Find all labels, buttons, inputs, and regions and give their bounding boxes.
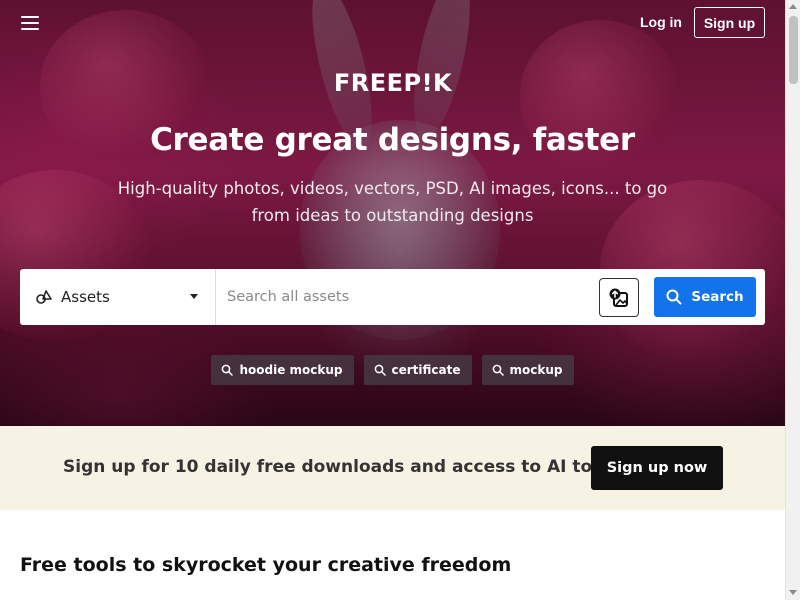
signup-promo-banner: Sign up for 10 daily free downloads and … [0, 426, 785, 510]
hamburger-menu-icon[interactable] [16, 9, 44, 37]
search-icon [666, 289, 682, 305]
promo-text: Sign up for 10 daily free downloads and … [63, 457, 620, 477]
search-input[interactable] [227, 283, 597, 311]
hero-subheadline: High-quality photos, videos, vectors, PS… [117, 179, 668, 225]
signup-now-button[interactable]: Sign up now [591, 446, 723, 490]
image-search-icon [609, 288, 628, 307]
vertical-scrollbar[interactable] [785, 0, 800, 600]
search-button-label: Search [691, 289, 744, 305]
scroll-up-arrow-icon[interactable] [789, 4, 797, 9]
hero-section: Log in Sign up FREEP!K Create great desi… [0, 0, 785, 426]
search-icon [222, 364, 234, 376]
section-title: Free tools to skyrocket your creative fr… [20, 554, 512, 576]
scrollbar-thumb[interactable] [789, 16, 798, 84]
page-content: Log in Sign up FREEP!K Create great desi… [0, 0, 785, 600]
signup-button[interactable]: Sign up [694, 7, 765, 38]
suggestion-chip-label: hoodie mockup [239, 363, 343, 377]
asset-type-dropdown[interactable]: Assets [20, 269, 216, 325]
search-bar: Assets Search all assets Search [20, 269, 765, 325]
suggestion-chip[interactable]: certificate [363, 355, 472, 385]
page: Log in Sign up FREEP!K Create great desi… [0, 0, 800, 600]
search-icon [374, 364, 386, 376]
suggestion-chip-label: mockup [509, 363, 563, 377]
assets-icon [36, 290, 52, 304]
hero-headline: Create great designs, faster [150, 122, 635, 158]
suggestion-chip[interactable]: mockup [481, 355, 574, 385]
freepik-logo[interactable]: FREEP!K [326, 68, 460, 98]
chevron-down-icon [190, 294, 198, 299]
search-suggestions: hoodie mockup certificate mockup [0, 355, 785, 385]
suggestion-chip-label: certificate [391, 363, 461, 377]
search-icon [492, 364, 504, 376]
suggestion-chip[interactable]: hoodie mockup [211, 355, 354, 385]
image-search-button[interactable] [599, 278, 639, 317]
login-link[interactable]: Log in [640, 14, 682, 30]
asset-type-label: Assets [61, 288, 110, 306]
scroll-down-arrow-icon[interactable] [789, 590, 797, 595]
search-button[interactable]: Search [654, 277, 756, 317]
